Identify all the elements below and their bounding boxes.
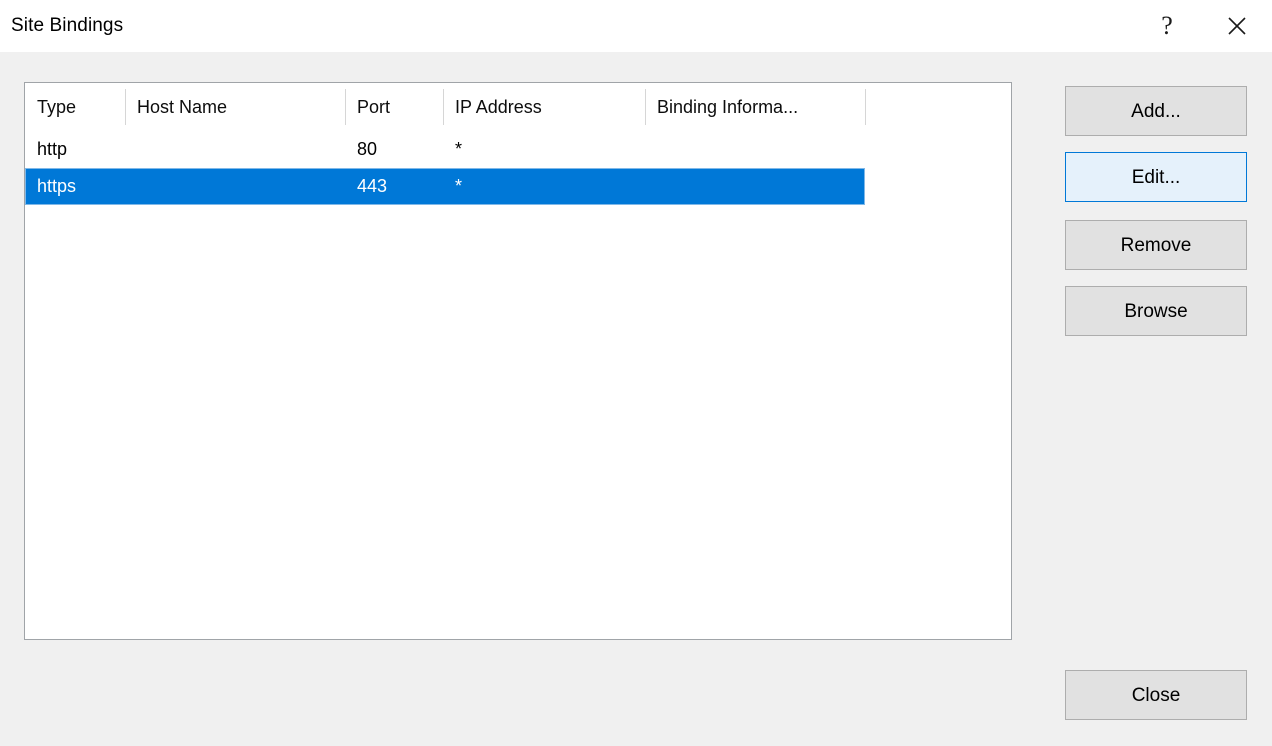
column-header-host-name[interactable]: Host Name	[125, 83, 345, 131]
column-header-binding-information[interactable]: Binding Informa...	[645, 83, 865, 131]
cell-type: https	[37, 176, 77, 196]
cell-port: 80	[357, 139, 378, 159]
cell-port: 443	[357, 176, 388, 196]
cell-binding-information	[645, 168, 865, 205]
close-icon	[1226, 15, 1248, 37]
list-header-row: Type Host Name Port IP Address Binding I…	[25, 83, 1011, 131]
bindings-list-panel[interactable]: Type Host Name Port IP Address Binding I…	[24, 82, 1012, 640]
browse-button[interactable]: Browse	[1065, 286, 1247, 336]
close-button[interactable]: Close	[1065, 670, 1247, 720]
column-header-type[interactable]: Type	[25, 83, 125, 131]
column-header-end-divider	[865, 89, 866, 125]
table-row[interactable]: https 443 *	[25, 168, 865, 205]
remove-button[interactable]: Remove	[1065, 220, 1247, 270]
edit-button[interactable]: Edit...	[1065, 152, 1247, 202]
cell-host-name	[125, 131, 345, 168]
cell-ip-address: *	[455, 139, 463, 159]
list-rows: http 80 * https 443 *	[25, 131, 1011, 205]
column-header-ip-address[interactable]: IP Address	[443, 83, 645, 131]
cell-binding-information	[645, 131, 865, 168]
table-row[interactable]: http 80 *	[25, 131, 865, 168]
help-icon: ?	[1161, 11, 1173, 40]
column-header-port[interactable]: Port	[345, 83, 443, 131]
cell-ip-address: *	[455, 176, 463, 196]
title-bar: Site Bindings ?	[0, 0, 1272, 52]
cell-host-name	[125, 168, 345, 205]
close-window-button[interactable]	[1202, 0, 1272, 52]
window-title: Site Bindings	[11, 15, 124, 36]
cell-type: http	[37, 139, 68, 159]
help-button[interactable]: ?	[1132, 0, 1202, 52]
caption-button-group: ?	[1132, 0, 1272, 52]
add-button[interactable]: Add...	[1065, 86, 1247, 136]
